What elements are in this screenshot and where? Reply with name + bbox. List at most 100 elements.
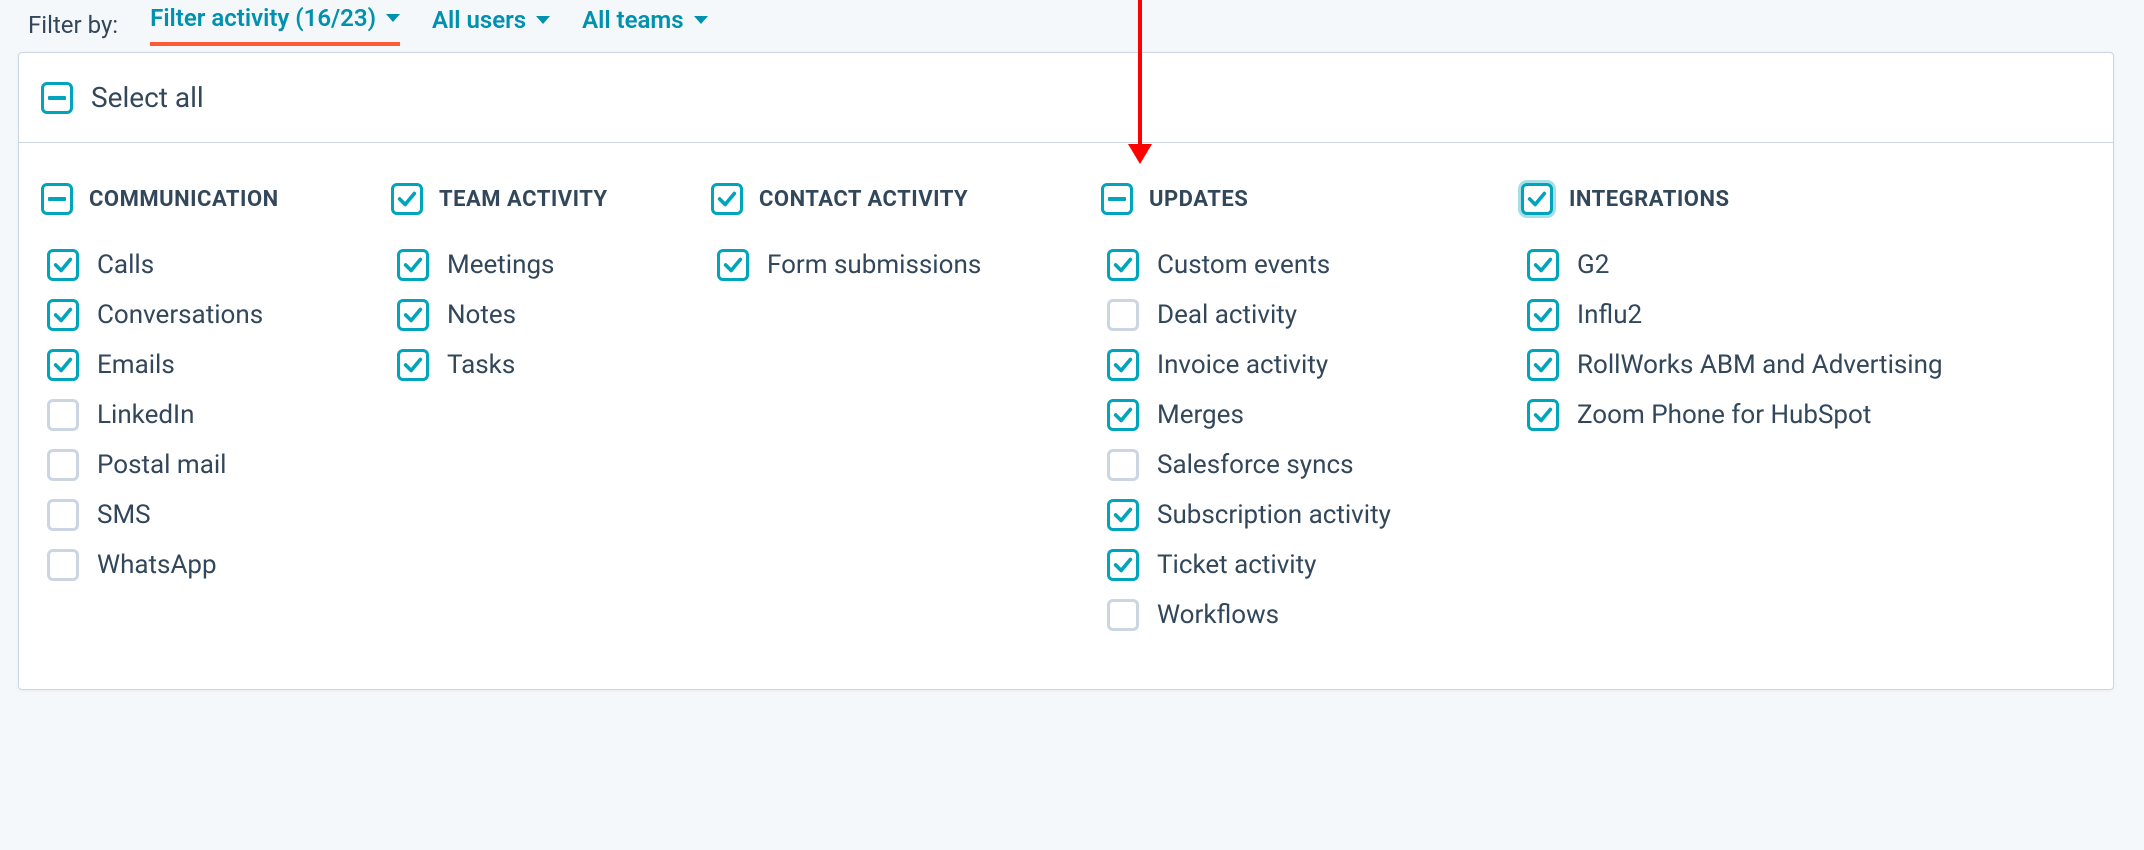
integrations-group-checkbox[interactable] <box>1521 183 1553 215</box>
column-title: INTEGRATIONS <box>1569 187 1730 212</box>
column-communication: COMMUNICATION Calls Conversations Emails Li… <box>41 183 391 649</box>
filter-option[interactable]: Emails <box>41 349 391 381</box>
option-label: Deal activity <box>1157 300 1297 330</box>
updates-group-checkbox[interactable] <box>1101 183 1133 215</box>
filter-activity-label: Filter activity (16/23) <box>150 4 376 32</box>
filter-option[interactable]: SMS <box>41 499 391 531</box>
filter-teams-label: All teams <box>582 6 684 34</box>
chevron-down-icon <box>536 16 550 24</box>
option-checkbox[interactable] <box>1107 499 1139 531</box>
option-label: Postal mail <box>97 450 227 480</box>
option-label: SMS <box>97 500 151 530</box>
filter-option[interactable]: Influ2 <box>1521 299 2091 331</box>
option-checkbox[interactable] <box>1107 399 1139 431</box>
filter-option[interactable]: LinkedIn <box>41 399 391 431</box>
option-label: Workflows <box>1157 600 1279 630</box>
filter-option[interactable]: G2 <box>1521 249 2091 281</box>
option-label: WhatsApp <box>97 550 217 580</box>
option-label: RollWorks ABM and Advertising <box>1577 350 1943 380</box>
filter-option[interactable]: Postal mail <box>41 449 391 481</box>
option-label: Conversations <box>97 300 263 330</box>
option-checkbox[interactable] <box>1107 449 1139 481</box>
option-label: Meetings <box>447 250 554 280</box>
column-integrations: INTEGRATIONS G2 Influ2 RollWorks ABM and A… <box>1521 183 2091 649</box>
filter-option[interactable]: Form submissions <box>711 249 1101 281</box>
option-checkbox[interactable] <box>1527 399 1559 431</box>
filter-option[interactable]: Deal activity <box>1101 299 1521 331</box>
filter-option[interactable]: Zoom Phone for HubSpot <box>1521 399 2091 431</box>
filter-option[interactable]: RollWorks ABM and Advertising <box>1521 349 2091 381</box>
column-header[interactable]: CONTACT ACTIVITY <box>711 183 1101 215</box>
option-checkbox[interactable] <box>1107 599 1139 631</box>
option-checkbox[interactable] <box>1107 299 1139 331</box>
option-label: Merges <box>1157 400 1244 430</box>
column-team-activity: TEAM ACTIVITY Meetings Notes Tasks <box>391 183 711 649</box>
column-title: TEAM ACTIVITY <box>439 187 608 212</box>
filter-panel: Select all COMMUNICATION Calls Conversati… <box>18 52 2114 690</box>
option-label: Salesforce syncs <box>1157 450 1354 480</box>
filter-option[interactable]: Conversations <box>41 299 391 331</box>
select-all-checkbox[interactable] <box>41 82 73 114</box>
option-checkbox[interactable] <box>397 349 429 381</box>
column-header[interactable]: UPDATES <box>1101 183 1521 215</box>
filter-option[interactable]: Calls <box>41 249 391 281</box>
select-all-row[interactable]: Select all <box>19 53 2113 143</box>
option-checkbox[interactable] <box>47 399 79 431</box>
filter-option[interactable]: Notes <box>391 299 711 331</box>
option-checkbox[interactable] <box>1527 349 1559 381</box>
option-label: Invoice activity <box>1157 350 1328 380</box>
option-checkbox[interactable] <box>397 299 429 331</box>
filter-option[interactable]: WhatsApp <box>41 549 391 581</box>
select-all-label: Select all <box>91 81 204 114</box>
team-activity-group-checkbox[interactable] <box>391 183 423 215</box>
filter-by-label: Filter by: <box>28 11 118 39</box>
communication-group-checkbox[interactable] <box>41 183 73 215</box>
filter-option[interactable]: Subscription activity <box>1101 499 1521 531</box>
filter-option[interactable]: Ticket activity <box>1101 549 1521 581</box>
column-header[interactable]: COMMUNICATION <box>41 183 391 215</box>
option-checkbox[interactable] <box>47 299 79 331</box>
option-label: Ticket activity <box>1157 550 1316 580</box>
option-checkbox[interactable] <box>47 549 79 581</box>
filter-option[interactable]: Workflows <box>1101 599 1521 631</box>
filter-option[interactable]: Merges <box>1101 399 1521 431</box>
option-label: Tasks <box>447 350 515 380</box>
option-checkbox[interactable] <box>1527 249 1559 281</box>
column-title: CONTACT ACTIVITY <box>759 187 968 212</box>
filter-users-dropdown[interactable]: All users <box>432 6 550 44</box>
filter-option[interactable]: Salesforce syncs <box>1101 449 1521 481</box>
option-checkbox[interactable] <box>717 249 749 281</box>
option-checkbox[interactable] <box>1107 349 1139 381</box>
filter-option[interactable]: Meetings <box>391 249 711 281</box>
option-checkbox[interactable] <box>1107 549 1139 581</box>
filter-bar: Filter by: Filter activity (16/23) All u… <box>0 0 2144 58</box>
option-label: Custom events <box>1157 250 1330 280</box>
filter-activity-dropdown[interactable]: Filter activity (16/23) <box>150 4 400 46</box>
option-checkbox[interactable] <box>47 349 79 381</box>
filter-teams-dropdown[interactable]: All teams <box>582 6 708 44</box>
column-header[interactable]: INTEGRATIONS <box>1521 183 2091 215</box>
filter-columns: COMMUNICATION Calls Conversations Emails Li… <box>19 143 2113 689</box>
column-updates: UPDATES Custom events Deal activity Invoic… <box>1101 183 1521 649</box>
option-label: Subscription activity <box>1157 500 1391 530</box>
option-checkbox[interactable] <box>1527 299 1559 331</box>
option-label: Influ2 <box>1577 300 1642 330</box>
option-label: Notes <box>447 300 516 330</box>
column-title: COMMUNICATION <box>89 187 279 212</box>
filter-option[interactable]: Tasks <box>391 349 711 381</box>
column-title: UPDATES <box>1149 187 1248 212</box>
filter-option[interactable]: Invoice activity <box>1101 349 1521 381</box>
option-label: Form submissions <box>767 250 981 280</box>
filter-option[interactable]: Custom events <box>1101 249 1521 281</box>
column-header[interactable]: TEAM ACTIVITY <box>391 183 711 215</box>
option-checkbox[interactable] <box>1107 249 1139 281</box>
contact-activity-group-checkbox[interactable] <box>711 183 743 215</box>
chevron-down-icon <box>386 14 400 22</box>
option-checkbox[interactable] <box>397 249 429 281</box>
option-checkbox[interactable] <box>47 499 79 531</box>
option-label: Zoom Phone for HubSpot <box>1577 400 1871 430</box>
option-checkbox[interactable] <box>47 249 79 281</box>
option-checkbox[interactable] <box>47 449 79 481</box>
column-contact-activity: CONTACT ACTIVITY Form submissions <box>711 183 1101 649</box>
filter-users-label: All users <box>432 6 526 34</box>
